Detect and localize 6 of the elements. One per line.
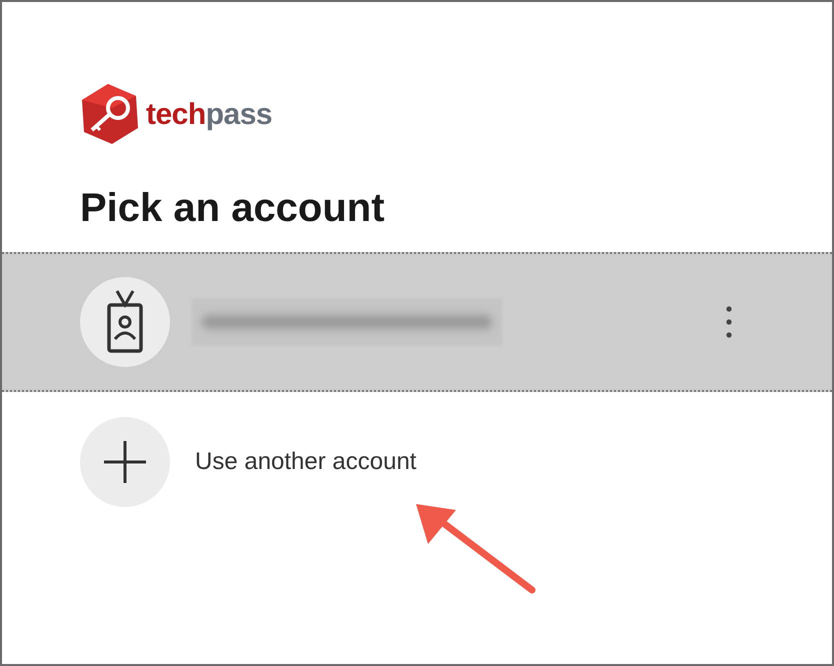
logo-wordmark: techpass bbox=[146, 96, 272, 132]
more-options-icon[interactable] bbox=[726, 306, 732, 338]
plus-icon bbox=[102, 439, 148, 485]
account-row[interactable] bbox=[2, 252, 832, 392]
use-another-account-label: Use another account bbox=[195, 447, 416, 477]
page-heading: Pick an account bbox=[80, 185, 386, 232]
